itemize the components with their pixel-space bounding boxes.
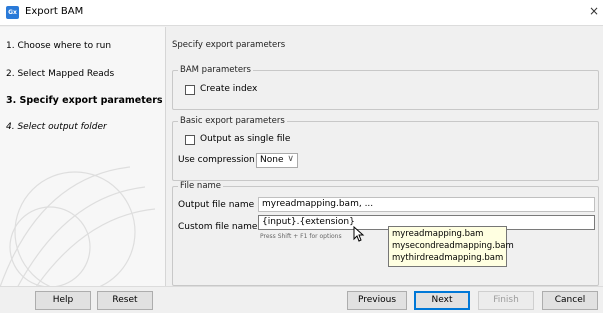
output-file-name-label: Output file name bbox=[178, 200, 255, 210]
basic-export-parameters-group: Basic export parameters Output as single… bbox=[172, 116, 599, 181]
file-name-legend: File name bbox=[178, 181, 224, 191]
close-icon[interactable]: × bbox=[589, 4, 599, 18]
watermark-graphic bbox=[0, 166, 156, 286]
button-bar: Help Reset Previous Next Finish Cancel bbox=[0, 286, 603, 313]
reset-button[interactable]: Reset bbox=[97, 291, 153, 310]
tooltip-line: myreadmapping.bam bbox=[392, 229, 484, 239]
step-select-mapped-reads: 2. Select Mapped Reads bbox=[6, 69, 115, 79]
title-bar: Gx Export BAM × bbox=[0, 0, 603, 26]
compression-select-value: None bbox=[260, 155, 284, 165]
chevron-down-icon: ∨ bbox=[287, 154, 294, 164]
tooltip-line: mysecondreadmapping.bam bbox=[392, 241, 514, 251]
output-single-file-checkbox[interactable] bbox=[185, 135, 195, 145]
previous-button[interactable]: Previous bbox=[347, 291, 407, 310]
main-content: Specify export parameters BAM parameters… bbox=[167, 27, 603, 286]
file-name-tooltip: myreadmapping.bam mysecondreadmapping.ba… bbox=[388, 226, 514, 267]
window-title: Export BAM bbox=[25, 6, 84, 17]
wizard-steps-panel: 1. Choose where to run 2. Select Mapped … bbox=[0, 27, 166, 286]
compression-select[interactable]: None ∨ bbox=[256, 153, 298, 168]
create-index-checkbox[interactable] bbox=[185, 85, 195, 95]
file-name-group: File name Output file name myreadmapping… bbox=[172, 181, 599, 286]
create-index-label: Create index bbox=[200, 84, 258, 94]
help-button[interactable]: Help bbox=[35, 291, 91, 310]
output-file-name-field[interactable]: myreadmapping.bam, ... bbox=[258, 197, 595, 212]
bam-parameters-group: BAM parameters Create index bbox=[172, 65, 599, 110]
finish-button[interactable]: Finish bbox=[478, 291, 534, 310]
tooltip-line: mythirdreadmapping.bam bbox=[392, 253, 504, 263]
step-select-output-folder: 4. Select output folder bbox=[6, 122, 107, 132]
step-choose-where-to-run: 1. Choose where to run bbox=[6, 41, 112, 51]
custom-file-name-hint: Press Shift + F1 for options bbox=[260, 233, 342, 240]
custom-file-name-label: Custom file name bbox=[178, 222, 258, 232]
output-single-file-label: Output as single file bbox=[200, 134, 291, 144]
use-compression-label: Use compression bbox=[178, 155, 255, 165]
next-button[interactable]: Next bbox=[414, 291, 470, 310]
bam-parameters-legend: BAM parameters bbox=[178, 65, 253, 75]
step-specify-export-parameters: 3. Specify export parameters bbox=[6, 95, 163, 106]
mouse-pointer-icon bbox=[353, 226, 365, 242]
app-icon: Gx bbox=[6, 6, 19, 19]
cancel-button[interactable]: Cancel bbox=[542, 291, 598, 310]
basic-export-parameters-legend: Basic export parameters bbox=[178, 116, 287, 126]
section-title: Specify export parameters bbox=[172, 40, 286, 50]
